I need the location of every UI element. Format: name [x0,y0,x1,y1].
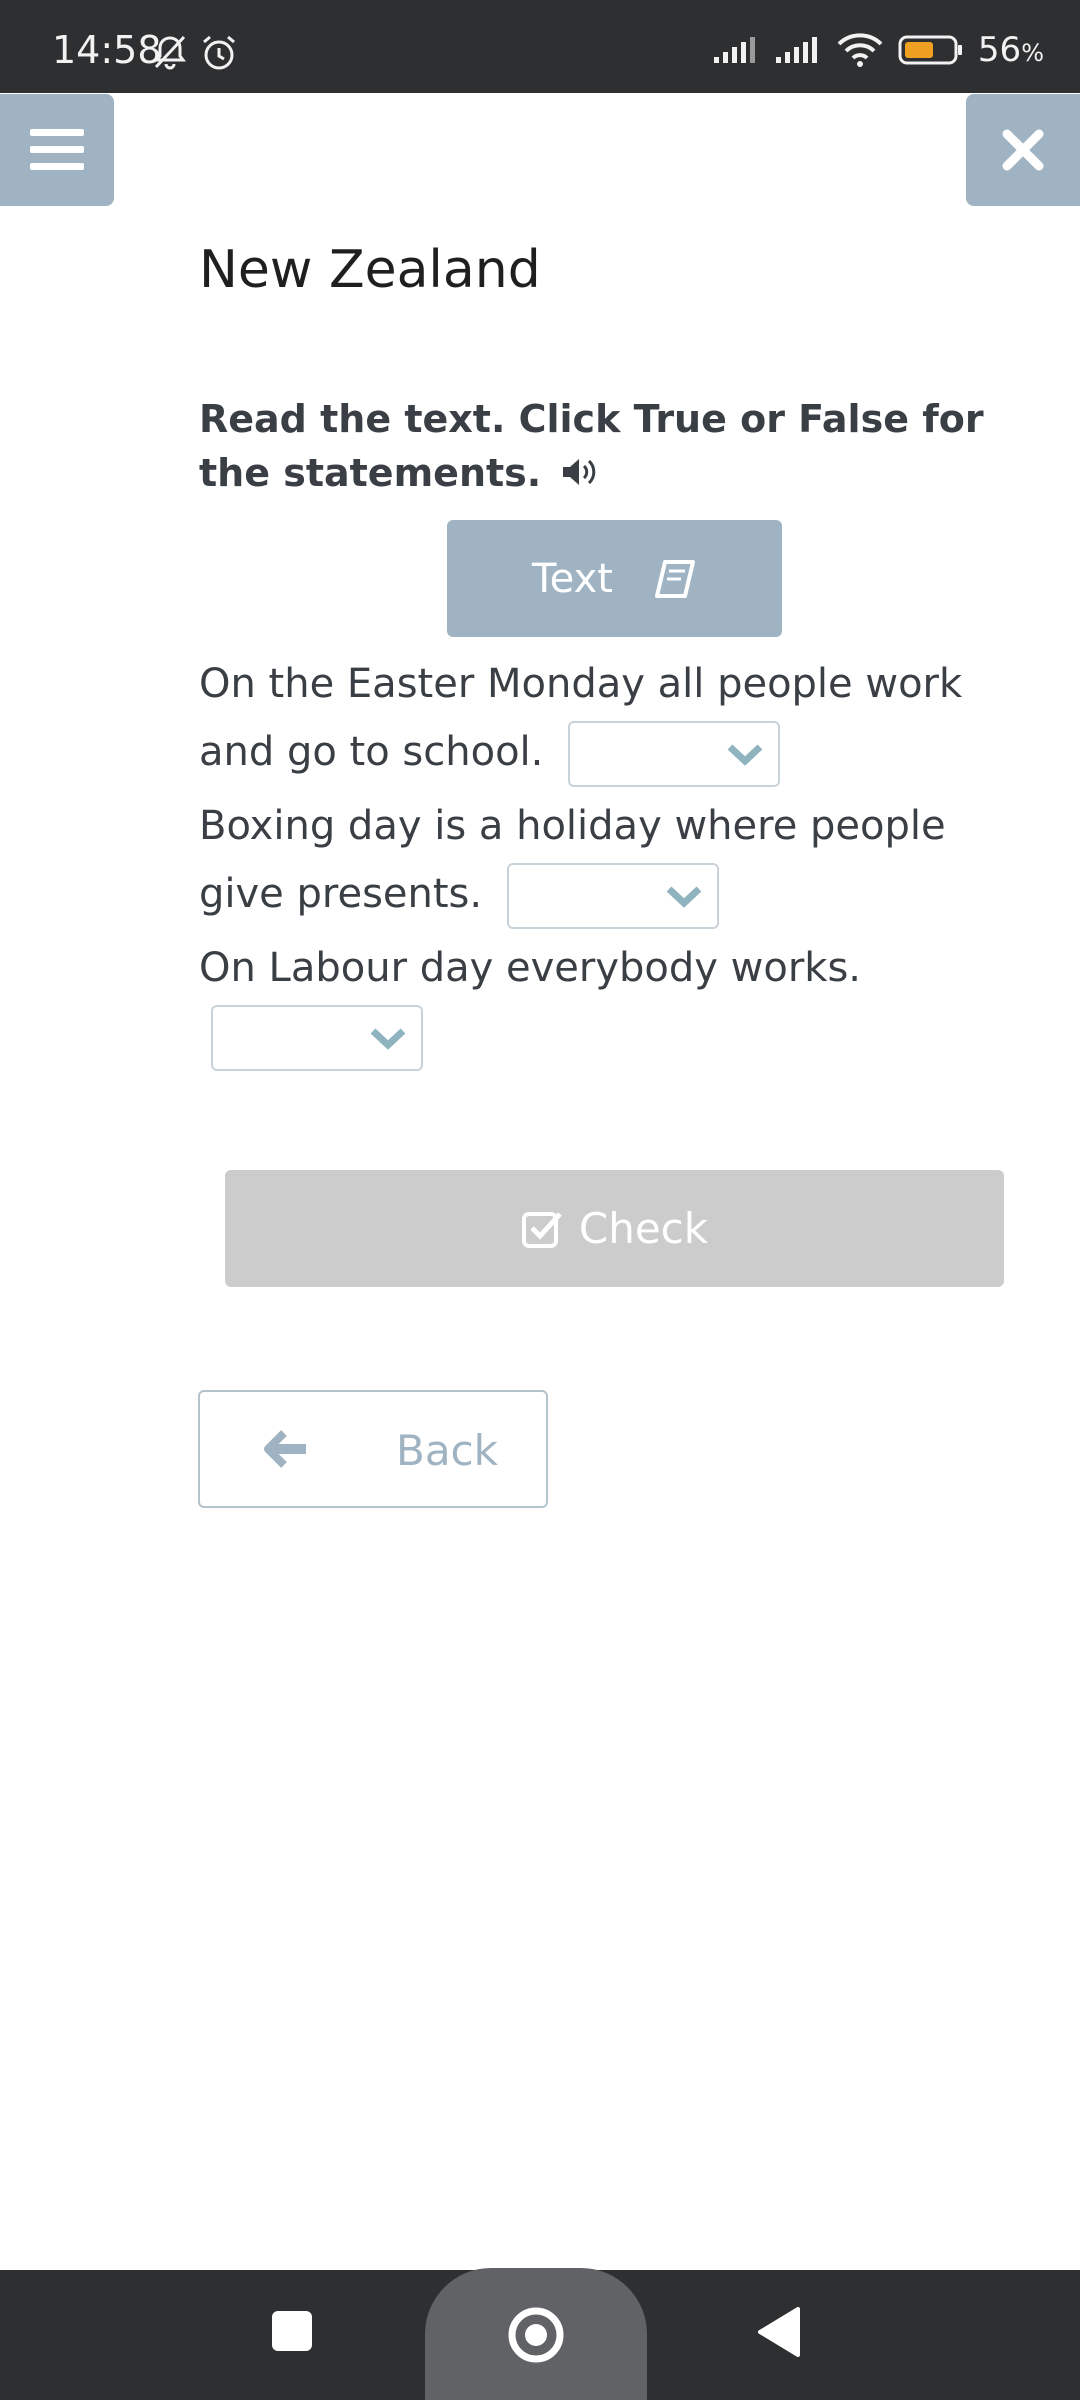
chevron-down-icon [727,744,763,766]
book-icon [654,559,695,598]
home-icon[interactable] [505,2304,567,2366]
recents-icon[interactable] [271,2310,313,2352]
back-button-label: Back [396,1426,498,1475]
wifi-icon [837,33,883,67]
status-icons-right: 56% [712,30,1044,70]
hamburger-icon [30,129,84,170]
speaker-icon[interactable] [560,449,600,503]
true-false-dropdown[interactable] [211,1005,423,1071]
signal-icon-2 [775,37,817,63]
signal-icon [713,37,755,63]
chevron-down-icon [370,1028,406,1050]
statement-text: On Labour day everybody works. [199,945,862,991]
alarm-icon [203,35,235,70]
text-button[interactable]: Text [447,520,782,637]
close-icon [1002,129,1044,171]
statement-item: On the Easter Monday all people work and… [199,650,1019,787]
chevron-down-icon [666,886,702,908]
statements-list: On the Easter Monday all people work and… [199,650,1019,1076]
status-bar: 14:58 56% [0,0,1080,93]
back-button[interactable]: Back [198,1390,548,1508]
battery-percent: 56% [977,30,1044,70]
status-time: 14:58 [52,28,162,72]
bell-off-icon [154,35,186,70]
menu-button[interactable] [0,94,114,206]
page-title: New Zealand [199,240,541,300]
checkbox-checked-icon [521,1211,562,1248]
statement-item: Boxing day is a holiday where people giv… [199,792,1019,929]
status-icons-left [152,34,238,72]
true-false-dropdown[interactable] [568,721,781,787]
statement-item: On Labour day everybody works. [199,934,1019,1071]
check-button-label: Check [578,1204,709,1253]
close-button[interactable] [966,94,1080,206]
arrow-left-icon [264,1430,306,1468]
text-button-label: Text [532,555,613,602]
instruction: Read the text. Click True or False for t… [199,392,1019,503]
true-false-dropdown[interactable] [506,863,719,929]
check-button[interactable]: Check [225,1170,1004,1287]
back-nav-icon[interactable] [756,2306,802,2358]
battery-icon [898,35,962,65]
